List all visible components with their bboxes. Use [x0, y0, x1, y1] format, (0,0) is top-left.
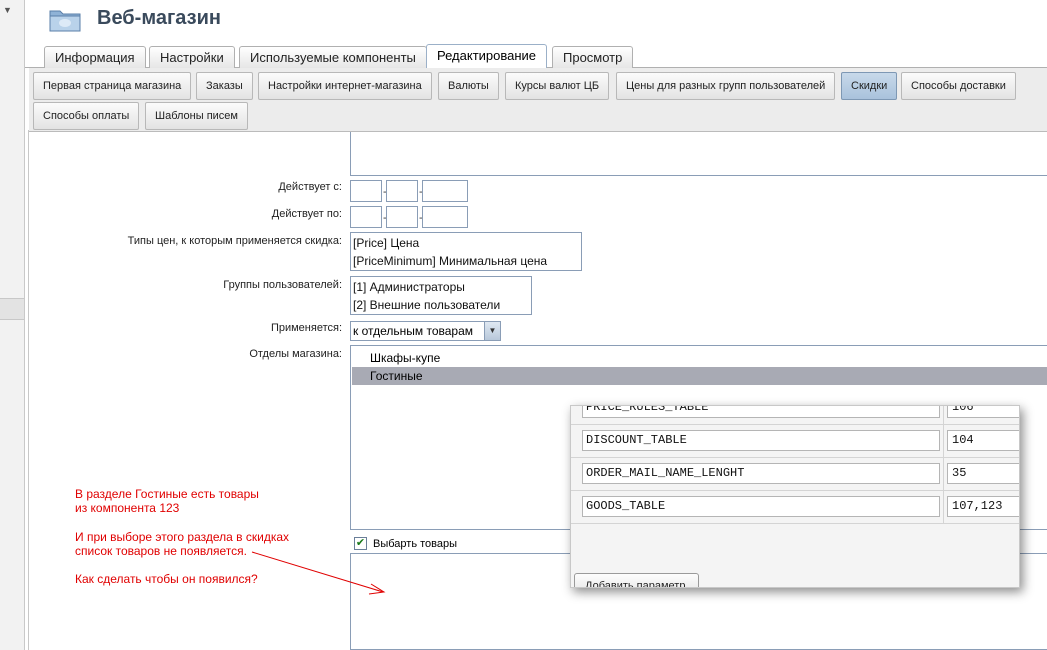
param-row: GOODS_TABLE 107,123 [571, 491, 1019, 524]
param-value-input[interactable]: 107,123 [947, 496, 1019, 517]
param-divider [943, 406, 944, 425]
param-divider [943, 491, 944, 524]
param-value-input[interactable]: 106 [947, 406, 1019, 418]
param-row: PRICE_RULES_TABLE 106 [571, 406, 1019, 425]
param-name-input[interactable]: GOODS_TABLE [582, 496, 940, 517]
param-name-input[interactable]: PRICE_RULES_TABLE [582, 406, 940, 418]
add-parameter-button[interactable]: Добавить параметр [574, 573, 699, 587]
param-name-input[interactable]: DISCOUNT_TABLE [582, 430, 940, 451]
parameters-popup: PRICE_RULES_TABLE 106 DISCOUNT_TABLE 104… [570, 405, 1020, 588]
param-divider [943, 425, 944, 458]
param-name-input[interactable]: ORDER_MAIL_NAME_LENGHT [582, 463, 940, 484]
param-value-input[interactable]: 35 [947, 463, 1019, 484]
param-row: ORDER_MAIL_NAME_LENGHT 35 [571, 458, 1019, 491]
param-divider [943, 458, 944, 491]
param-row: DISCOUNT_TABLE 104 [571, 425, 1019, 458]
param-value-input[interactable]: 104 [947, 430, 1019, 451]
